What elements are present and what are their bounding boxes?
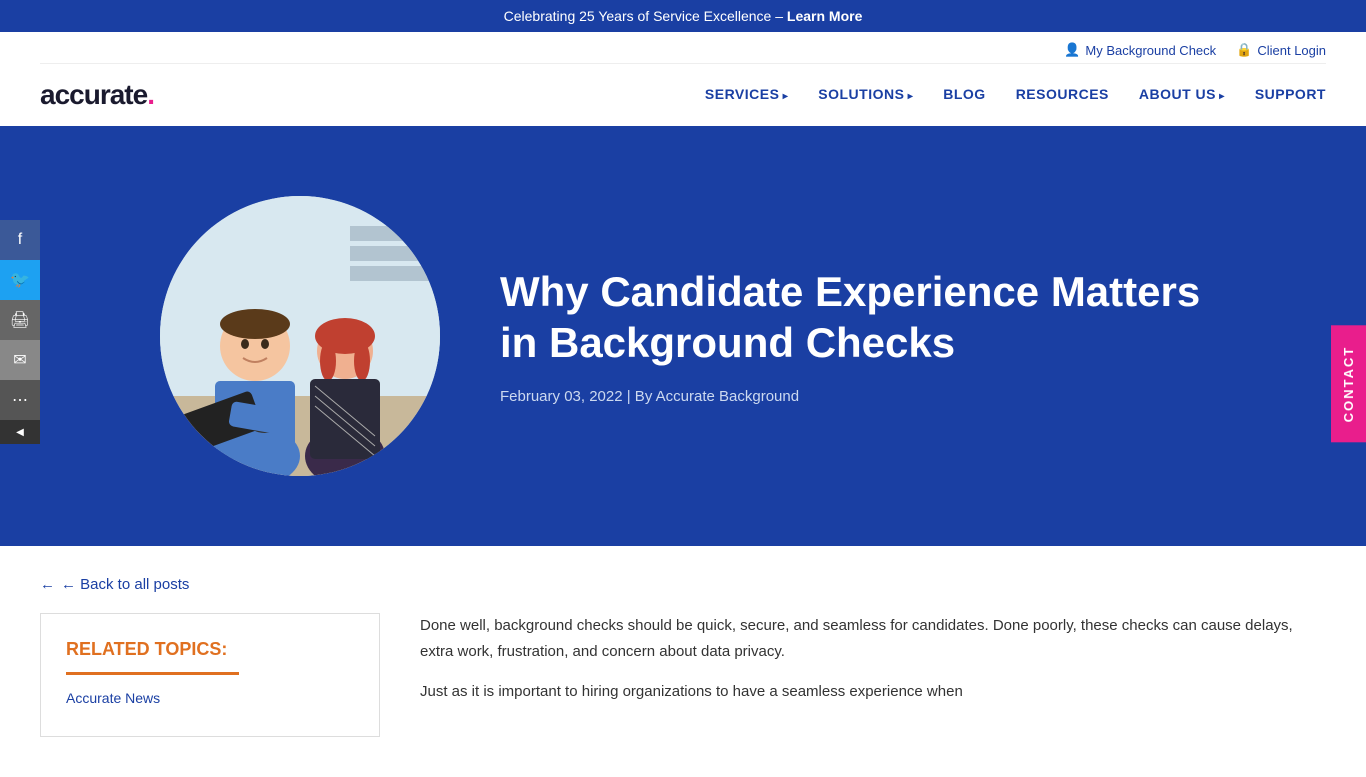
banner-learn-more-link[interactable]: Learn More (787, 8, 862, 24)
twitter-share-button[interactable]: 🐦 (0, 260, 40, 300)
back-to-all-posts-link[interactable]: ← ← Back to all posts (40, 576, 1326, 593)
nav-link-about[interactable]: ABOUT US (1139, 86, 1225, 102)
email-share-button[interactable]: ✉ (0, 340, 40, 380)
related-topics-box: RELATED TOPICS: Accurate News (40, 613, 380, 737)
share-icon: ⋯ (12, 390, 28, 410)
nav-item-solutions[interactable]: SOLUTIONS (818, 86, 913, 104)
article-content: Done well, background checks should be q… (420, 613, 1326, 737)
nav-link-services[interactable]: SERVICES (705, 86, 788, 102)
nav-link-blog[interactable]: BLOG (943, 86, 985, 102)
hide-icon: ◀ (16, 427, 24, 438)
top-banner: Celebrating 25 Years of Service Excellen… (0, 0, 1366, 32)
nav-item-services[interactable]: SERVICES (705, 86, 788, 104)
logo-dot: . (147, 79, 154, 110)
related-topics-divider (66, 672, 239, 675)
nav-item-support[interactable]: SUPPORT (1255, 86, 1326, 104)
banner-text: Celebrating 25 Years of Service Excellen… (504, 8, 787, 24)
article-paragraph-1: Done well, background checks should be q… (420, 613, 1326, 664)
hero-title: Why Candidate Experience Matters in Back… (500, 267, 1246, 368)
logo-text: accurate (40, 79, 147, 110)
article-paragraph-2: Just as it is important to hiring organi… (420, 679, 1326, 705)
hero-section: Why Candidate Experience Matters in Back… (0, 126, 1366, 546)
more-share-button[interactable]: ⋯ (0, 380, 40, 420)
contact-tab[interactable]: CONTACT (1331, 326, 1366, 443)
print-button[interactable]: 🖨 (0, 300, 40, 340)
nav-item-resources[interactable]: RESOURCES (1016, 86, 1109, 104)
back-arrow-icon: ← (40, 576, 55, 593)
social-sidebar: f 🐦 🖨 ✉ ⋯ ◀ (0, 220, 40, 444)
my-background-check-link[interactable]: 👤 My Background Check (1064, 42, 1216, 58)
twitter-icon: 🐦 (10, 270, 30, 290)
nav-item-about[interactable]: ABOUT US (1139, 86, 1225, 104)
facebook-share-button[interactable]: f (0, 220, 40, 260)
hero-meta: February 03, 2022 | By Accurate Backgrou… (500, 388, 1246, 405)
hide-sidebar-button[interactable]: ◀ (0, 420, 40, 444)
facebook-icon: f (18, 231, 22, 249)
hero-text-block: Why Candidate Experience Matters in Back… (500, 267, 1246, 405)
nav-link-solutions[interactable]: SOLUTIONS (818, 86, 913, 102)
back-link-text: ← Back to all posts (61, 576, 189, 593)
person-icon: 👤 (1064, 42, 1080, 58)
client-login-link[interactable]: 🔒 Client Login (1236, 42, 1326, 58)
nav-item-blog[interactable]: BLOG (943, 86, 985, 104)
header-nav: accurate. SERVICES SOLUTIONS BLOG RESOUR… (40, 64, 1326, 126)
header-top: 👤 My Background Check 🔒 Client Login (40, 32, 1326, 64)
print-icon: 🖨 (10, 310, 30, 330)
main-nav: SERVICES SOLUTIONS BLOG RESOURCES ABOUT … (705, 86, 1326, 104)
email-icon: ✉ (13, 350, 26, 370)
related-topics-title: RELATED TOPICS: (66, 639, 354, 660)
content-area: ← ← Back to all posts RELATED TOPICS: Ac… (0, 546, 1366, 777)
logo[interactable]: accurate. (40, 79, 154, 111)
lock-icon: 🔒 (1236, 42, 1252, 58)
related-topics-item[interactable]: Accurate News (66, 690, 354, 706)
hero-image (160, 196, 440, 476)
sidebar: RELATED TOPICS: Accurate News (40, 613, 380, 737)
nav-link-resources[interactable]: RESOURCES (1016, 86, 1109, 102)
nav-link-support[interactable]: SUPPORT (1255, 86, 1326, 102)
header: 👤 My Background Check 🔒 Client Login acc… (0, 32, 1366, 126)
